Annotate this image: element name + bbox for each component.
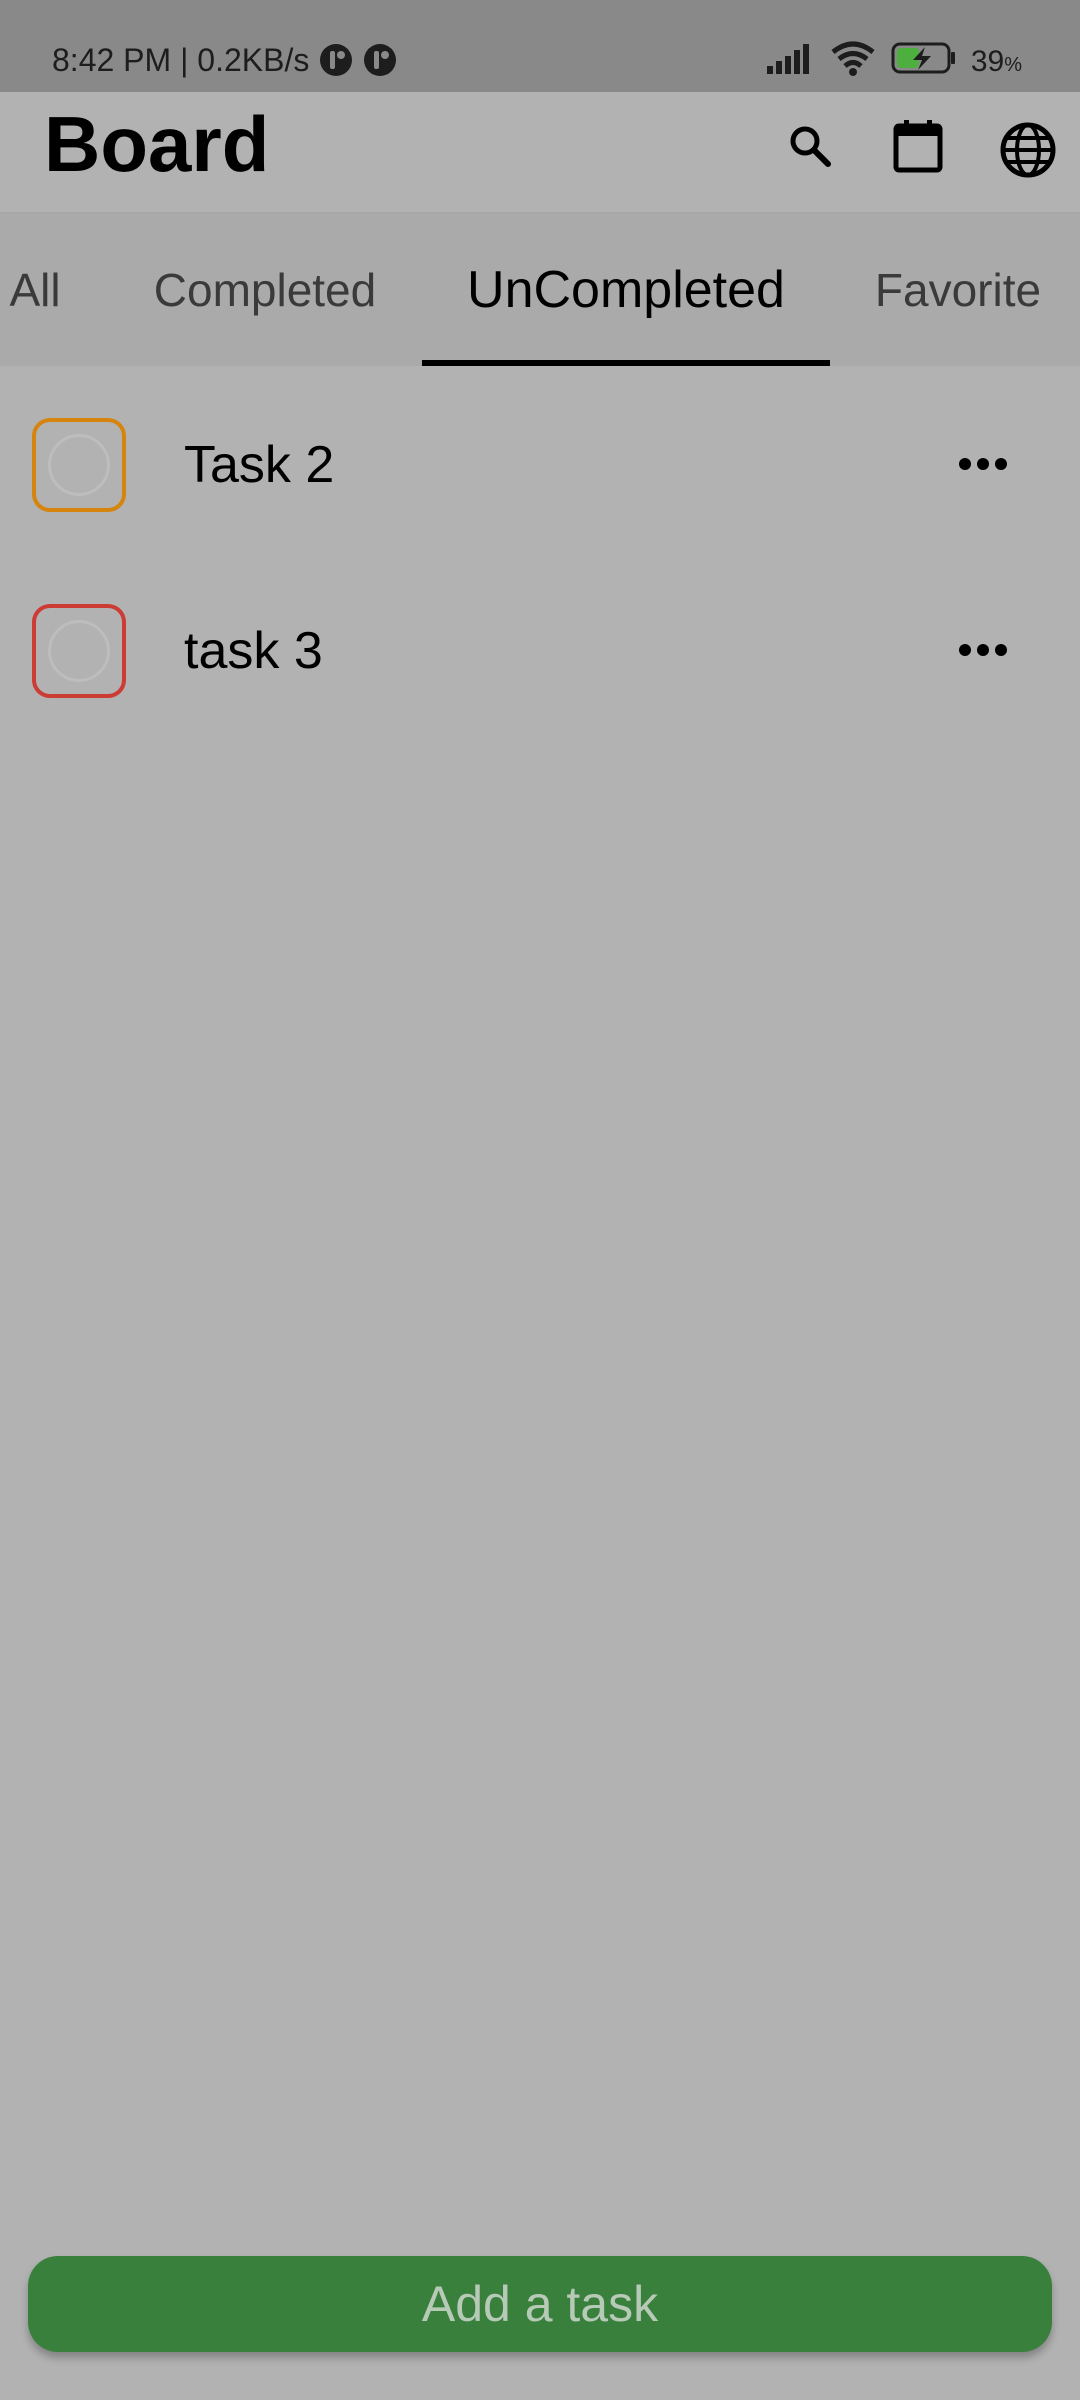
status-bar: 8:42 PM | 0.2KB/s 39% [0,0,1080,92]
tab-all[interactable]: All [0,214,70,366]
calendar-icon [893,120,943,173]
notification-app-icon [319,43,353,77]
status-left: 8:42 PM | 0.2KB/s [52,40,397,80]
task-more-button[interactable] [948,620,1018,680]
status-time-speed: 8:42 PM | 0.2KB/s [52,42,310,78]
app-header: Board [0,92,1080,214]
task-row[interactable]: task 3 [0,584,1080,724]
battery-percent-suffix: % [1004,54,1022,76]
notification-app-icon-2 [363,43,397,77]
more-horizontal-icon [959,458,1007,470]
wifi-icon [829,40,877,87]
app-screen: 8:42 PM | 0.2KB/s 39% Board All Complete… [0,0,1080,2400]
battery-percent: 39% [971,42,1022,85]
language-button[interactable] [996,118,1060,182]
status-right: 39% [765,40,1022,87]
task-title: Task 2 [184,436,335,494]
globe-icon [1000,122,1056,178]
checkbox-circle-icon [48,434,110,496]
task-more-button[interactable] [948,434,1018,494]
battery-percent-value: 39 [970,45,1005,78]
add-task-button[interactable]: Add a task [28,2256,1052,2352]
page-title: Board [44,100,270,188]
filter-tabs: All Completed UnCompleted Favorite [0,214,1080,366]
tab-completed[interactable]: Completed [140,214,390,366]
search-button[interactable] [778,114,842,178]
tab-favorite[interactable]: Favorite [856,214,1060,366]
search-icon [790,126,831,167]
checkbox-circle-icon [48,620,110,682]
active-tab-indicator [422,360,830,366]
tab-uncompleted[interactable]: UnCompleted [422,214,830,366]
task-checkbox[interactable] [32,604,126,698]
task-row[interactable]: Task 2 [0,398,1080,538]
signal-icon [765,42,815,85]
more-horizontal-icon [959,644,1007,656]
battery-icon [891,41,957,86]
task-checkbox[interactable] [32,418,126,512]
calendar-button[interactable] [886,114,950,178]
task-title: task 3 [184,622,323,680]
